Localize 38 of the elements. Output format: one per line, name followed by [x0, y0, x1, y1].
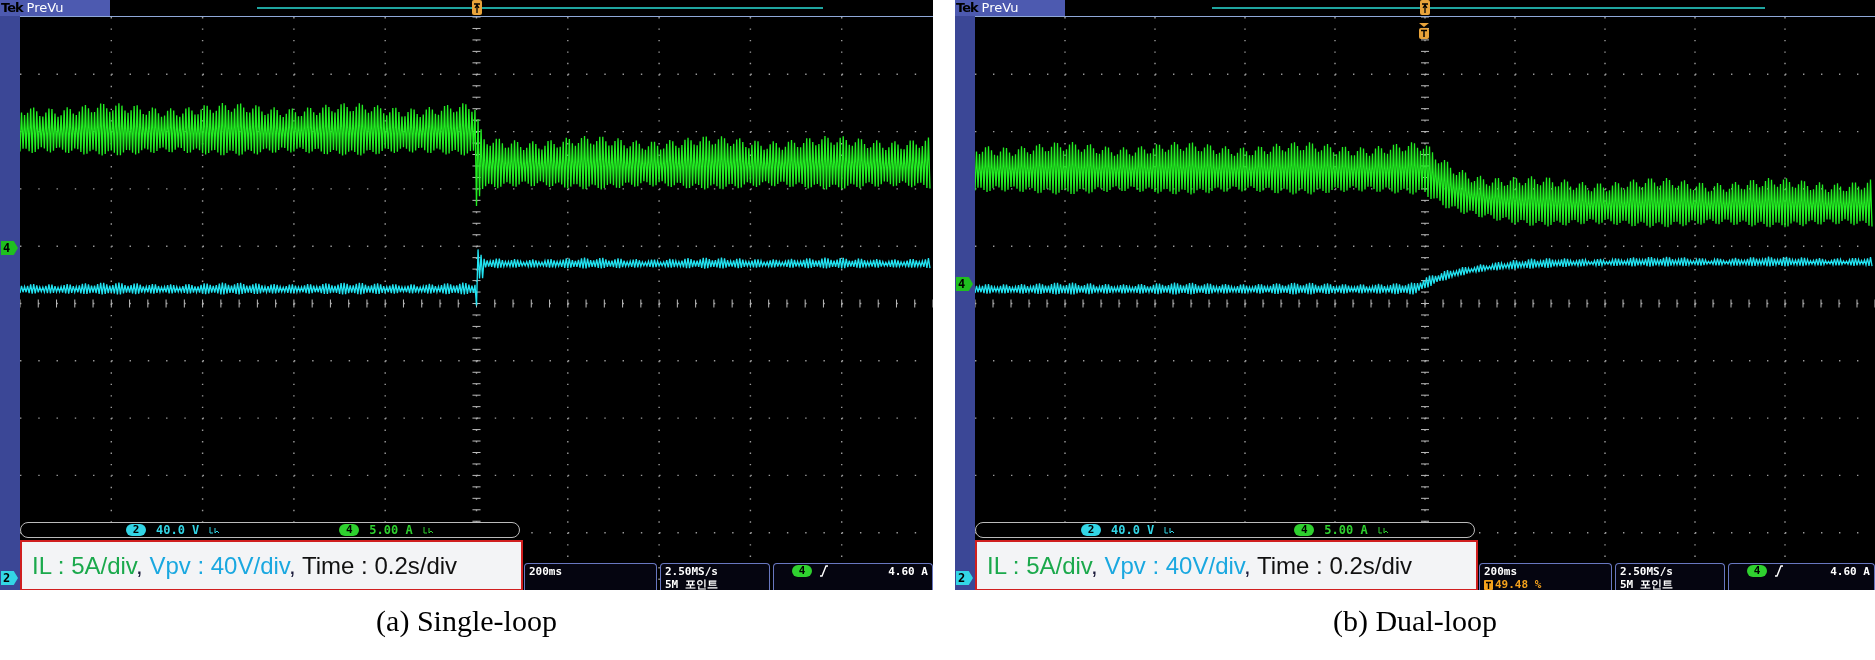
sample-rate-value: 2.50MS/s [665, 565, 719, 578]
figure-caption: (b) Dual-loop [1332, 604, 1498, 639]
trigger-level-value: 4.60 A [888, 565, 928, 578]
channel-badge: 4 [792, 565, 812, 577]
mode-label: PreVu [26, 0, 64, 16]
channel-marker: 4 [956, 277, 973, 291]
rising-edge-icon [820, 565, 828, 577]
bandwidth-limit-icon [422, 525, 433, 535]
trigger-level-value: 4.60 A [1830, 565, 1870, 578]
scale-value: 5.00 A [1324, 523, 1368, 537]
channel-badge: 4 [339, 524, 360, 536]
channel-marker: 4 [1, 241, 18, 255]
rising-edge-icon [1775, 565, 1783, 577]
channel-badge: 2 [1081, 524, 1101, 536]
channel-badge: 4 [1294, 524, 1315, 536]
timebase-value: 200ms [1484, 565, 1519, 578]
scale-value: 5.00 A [369, 523, 413, 537]
scale-value: 40.0 V [156, 523, 200, 537]
bandwidth-limit-icon [1377, 525, 1388, 535]
trigger-position-value: 49.48 % [1495, 578, 1542, 590]
trigger-icon [1484, 579, 1493, 590]
channel-badge: 4 [1747, 565, 1767, 577]
sample-rate-value: 2.50MS/s [1620, 565, 1674, 578]
record-length-value: 5M 포인트 [1620, 578, 1674, 590]
channel-badge: 2 [126, 524, 146, 536]
brand-label: Tek [1, 0, 23, 16]
annotation-text: IL : 5A/div, Vpv : 40V/div, Time : 0.2s/div [20, 540, 523, 590]
figure-caption: (a) Single-loop [376, 604, 557, 639]
bandwidth-limit-icon [1164, 525, 1175, 535]
channel-marker: 2 [956, 571, 973, 585]
annotation-text: IL : 5A/div, Vpv : 40V/div, Time : 0.2s/div [975, 540, 1478, 590]
brand-label: Tek [956, 0, 978, 16]
record-length-value: 5M 포인트 [665, 578, 719, 590]
bandwidth-limit-icon [209, 525, 220, 535]
scale-value: 40.0 V [1111, 523, 1155, 537]
mode-label: PreVu [981, 0, 1019, 16]
timebase-value: 200ms [529, 565, 564, 578]
channel-marker: 2 [1, 571, 18, 585]
